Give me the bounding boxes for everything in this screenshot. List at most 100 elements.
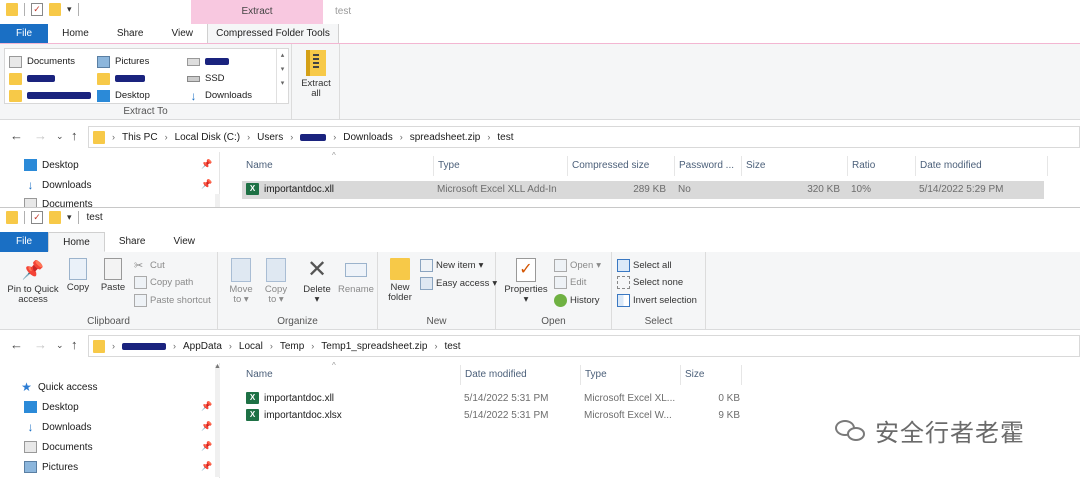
folder-icon[interactable] (6, 3, 18, 16)
nav-item-documents[interactable]: Documents (24, 196, 93, 207)
pin-icon[interactable]: 📌 (201, 461, 212, 472)
extract-redacted-4[interactable] (9, 88, 91, 103)
column-date-modified[interactable]: Date modified (915, 156, 1048, 176)
back-arrow-icon[interactable]: ← (10, 128, 23, 143)
nav-scrollbar[interactable] (215, 365, 220, 477)
nav-item-quick-access[interactable]: ★ Quick access (20, 379, 97, 395)
nav-item-desktop[interactable]: Desktop (24, 157, 79, 173)
tab-home[interactable]: Home (48, 24, 103, 44)
column-date-modified[interactable]: Date modified (460, 365, 579, 385)
extract-pictures[interactable]: Pictures (97, 54, 149, 69)
breadcrumb-redacted-user[interactable] (122, 342, 166, 350)
column-compressed-size[interactable]: Compressed size (567, 156, 673, 176)
up-arrow-icon[interactable]: ↑ (71, 337, 78, 352)
column-type[interactable]: Type (433, 156, 566, 176)
breadcrumb-temp1-zip[interactable]: Temp1_spreadsheet.zip (321, 341, 427, 352)
nav-item-downloads[interactable]: ↓ Downloads (24, 177, 92, 193)
extract-redacted-1[interactable] (187, 54, 229, 69)
properties-check-icon[interactable]: ✓ (31, 211, 43, 224)
address-bar[interactable]: › This PC › Local Disk (C:) › Users › › … (88, 126, 1080, 148)
pin-icon[interactable]: 📌 (201, 421, 212, 432)
delete-button[interactable]: ✕ Delete ▾ (297, 258, 337, 305)
properties-button[interactable]: ✓ Properties ▾ (502, 258, 550, 305)
breadcrumb-test[interactable]: test (444, 341, 460, 352)
select-none-button[interactable]: Select none (617, 274, 683, 290)
address-bar[interactable]: › › AppData › Local › Temp › Temp1_sprea… (88, 335, 1080, 357)
column-size[interactable]: Size (680, 365, 742, 385)
scroll-up-icon[interactable]: ▲ (214, 363, 221, 370)
breadcrumb-local[interactable]: Local (239, 341, 263, 352)
pin-icon[interactable]: 📌 (201, 401, 212, 412)
breadcrumb-local-disk[interactable]: Local Disk (C:) (175, 132, 241, 143)
column-ratio[interactable]: Ratio (847, 156, 914, 176)
move-to-button[interactable]: Move to ▾ (224, 258, 258, 305)
column-type[interactable]: Type (580, 365, 679, 385)
select-all-button[interactable]: Select all (617, 257, 672, 273)
copy-button[interactable]: Copy (62, 258, 94, 293)
pin-icon[interactable]: 📌 (201, 441, 212, 452)
easy-access-button[interactable]: Easy access ▾ (420, 275, 497, 291)
pin-icon[interactable]: 📌 (201, 179, 212, 190)
tab-share[interactable]: Share (103, 24, 158, 44)
nav-scrollbar[interactable] (215, 194, 220, 207)
column-name[interactable]: Name (242, 156, 432, 176)
breadcrumb-appdata[interactable]: AppData (183, 341, 222, 352)
tab-file[interactable]: File (0, 24, 49, 44)
recent-dropdown-icon[interactable]: ⌄ (56, 340, 64, 351)
extract-redacted-2[interactable] (9, 71, 55, 86)
tab-file[interactable]: File (0, 232, 49, 252)
history-button[interactable]: History (554, 292, 600, 308)
extract-redacted-3[interactable] (97, 71, 145, 86)
extract-ssd[interactable]: SSD (187, 71, 225, 86)
recent-dropdown-icon[interactable]: ⌄ (56, 131, 64, 142)
tab-share[interactable]: Share (105, 232, 160, 252)
file-name-cell[interactable]: Ximportantdoc.xll (246, 391, 334, 407)
forward-arrow-icon[interactable]: → (34, 337, 47, 352)
pin-quick-access-button[interactable]: 📌 Pin to Quick access (4, 258, 62, 305)
forward-arrow-icon[interactable]: → (34, 128, 47, 143)
paste-shortcut-button[interactable]: Paste shortcut (134, 292, 211, 308)
rename-button[interactable]: Rename (336, 258, 376, 295)
paste-button[interactable]: Paste (97, 258, 129, 293)
customize-dropdown-icon[interactable]: ▾ (67, 212, 72, 223)
tab-view[interactable]: View (158, 24, 208, 44)
folder-icon[interactable] (6, 211, 18, 224)
breadcrumb-zip[interactable]: spreadsheet.zip (410, 132, 481, 143)
extract-documents[interactable]: Documents (9, 54, 75, 69)
breadcrumb-redacted-user[interactable] (300, 133, 327, 141)
nav-item-downloads[interactable]: ↓ Downloads (24, 419, 92, 435)
file-name-cell[interactable]: Ximportantdoc.xll (246, 182, 334, 198)
copy-path-button[interactable]: Copy path (134, 274, 193, 290)
tab-home[interactable]: Home (48, 232, 105, 252)
breadcrumb-this-pc[interactable]: This PC (122, 132, 158, 143)
extract-downloads[interactable]: ↓ Downloads (187, 88, 253, 103)
breadcrumb-test[interactable]: test (497, 132, 513, 143)
file-name-cell[interactable]: Ximportantdoc.xlsx (246, 408, 342, 424)
breadcrumb-temp[interactable]: Temp (280, 341, 304, 352)
tab-view[interactable]: View (160, 232, 210, 252)
pin-icon[interactable]: 📌 (201, 159, 212, 170)
gallery-scrollbar[interactable]: ▴ ▾ ▾ (276, 49, 288, 103)
new-folder-icon[interactable] (49, 3, 61, 16)
new-item-button[interactable]: New item ▾ (420, 257, 483, 273)
open-button[interactable]: Open ▾ (554, 257, 601, 273)
cut-button[interactable]: ✂ Cut (134, 257, 165, 273)
new-folder-button[interactable]: New folder (382, 258, 418, 303)
edit-button[interactable]: Edit (554, 274, 586, 290)
nav-item-pictures[interactable]: Pictures (24, 459, 78, 475)
tab-compressed-folder-tools[interactable]: Compressed Folder Tools (207, 24, 339, 44)
column-name[interactable]: Name (242, 365, 460, 385)
back-arrow-icon[interactable]: ← (10, 337, 23, 352)
breadcrumb-users[interactable]: Users (257, 132, 283, 143)
properties-check-icon[interactable]: ✓ (31, 3, 43, 16)
column-size[interactable]: Size (741, 156, 846, 176)
copy-to-button[interactable]: Copy to ▾ (259, 258, 293, 305)
extract-all-button[interactable]: Extract all (298, 50, 334, 99)
up-arrow-icon[interactable]: ↑ (71, 128, 78, 143)
breadcrumb-downloads[interactable]: Downloads (343, 132, 392, 143)
invert-selection-button[interactable]: Invert selection (617, 292, 697, 308)
nav-item-desktop[interactable]: Desktop (24, 399, 79, 415)
nav-item-documents[interactable]: Documents (24, 439, 93, 455)
extract-desktop[interactable]: Desktop (97, 88, 150, 103)
column-password[interactable]: Password ... (674, 156, 740, 176)
